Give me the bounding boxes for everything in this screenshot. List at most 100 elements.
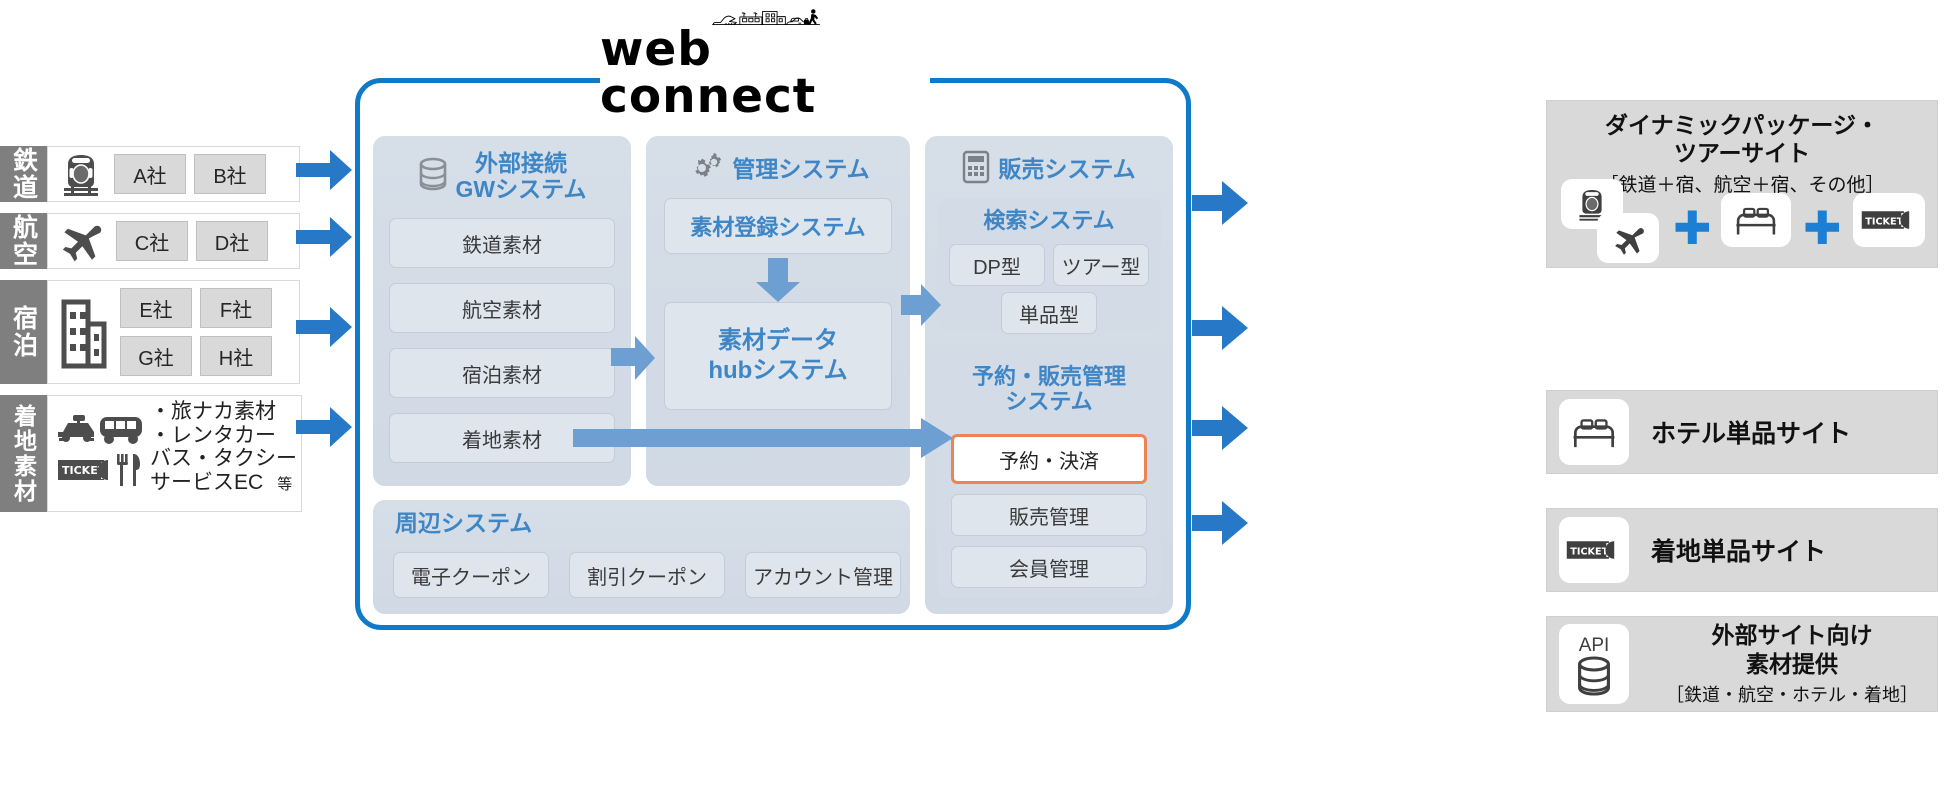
- output-subtitle: ［鉄道・航空・ホテル・着地］: [1666, 684, 1918, 705]
- list-item: ・旅ナカ素材: [150, 400, 276, 423]
- diagram-canvas: 鉄道 A社 B社 航空 C社 D社 宿泊 E社 F社 G社 H社 着地素材 TI…: [0, 0, 1950, 799]
- ticket-icon-tile: TICKET: [1853, 193, 1925, 247]
- airplane-icon-tile: [1597, 213, 1659, 263]
- hub-line2: hubシステム: [708, 357, 848, 384]
- list-item: ・レンタカー: [150, 423, 276, 447]
- search-system-title: 検索システム: [983, 208, 1115, 233]
- booking-title-line2: システム: [1005, 389, 1093, 415]
- output-panel-dynamic-package[interactable]: ダイナミックパッケージ・ ツアーサイト ［鉄道＋宿、航空＋宿、その他］ ✚ ✚ …: [1546, 100, 1938, 268]
- logo-wordmark: web connect: [600, 22, 817, 124]
- hub-line1: 素材データ: [718, 327, 838, 354]
- taxi-bus-ticket-food-icon: TICKET: [54, 400, 146, 488]
- output-title-line1: ダイナミックパッケージ・: [1605, 112, 1879, 138]
- booking-title-line1: 予約・販売管理: [971, 364, 1126, 389]
- vendor-chip-group: C社 D社: [116, 221, 291, 261]
- output-title-line2: 素材提供: [1746, 651, 1838, 677]
- source-category-label: 宿泊: [0, 280, 47, 384]
- etc-label: 等: [277, 475, 293, 493]
- booking-item[interactable]: 会員管理: [951, 546, 1147, 588]
- output-panel-destination[interactable]: TICKET 着地単品サイト: [1546, 508, 1938, 592]
- web-connect-logo: web connect: [600, 8, 930, 120]
- source-category-label: 鉄道: [0, 146, 47, 202]
- destination-material-list: ・旅ナカ素材 ・レンタカー バス・タクシー サービスEC 等: [150, 400, 297, 494]
- down-arrow-icon: [756, 258, 800, 302]
- search-type-item[interactable]: DP型: [949, 244, 1045, 286]
- peripheral-panel: 周辺システム 電子クーポン 割引クーポン アカウント管理: [373, 500, 910, 614]
- material-hub-system[interactable]: 素材データ hubシステム: [664, 302, 892, 410]
- vendor-chip[interactable]: D社: [196, 221, 268, 261]
- vendor-chip[interactable]: C社: [116, 221, 188, 261]
- destination-to-booking-arrow: [573, 418, 953, 458]
- svg-text:TICKET: TICKET: [1570, 546, 1608, 557]
- source-row-destination: 着地素材 TICKET ・旅ナカ素材 ・レンタカー バス・タクシー サービスEC…: [0, 395, 302, 512]
- bed-icon: [1736, 207, 1776, 235]
- outbound-arrows: [1192, 181, 1248, 545]
- output-title: 着地単品サイト: [1651, 538, 1827, 566]
- ticket-icon-tile: TICKET: [1559, 517, 1629, 583]
- database-icon: [418, 157, 448, 196]
- search-type-item[interactable]: ツアー型: [1053, 244, 1149, 286]
- booking-item[interactable]: 販売管理: [951, 494, 1147, 536]
- peripheral-item[interactable]: 電子クーポン: [393, 552, 549, 598]
- list-item: サービスEC: [150, 470, 264, 494]
- vendor-chip[interactable]: G社: [120, 336, 192, 376]
- bed-icon-tile: [1721, 193, 1791, 247]
- output-panel-api[interactable]: API 外部サイト向け 素材提供 ［鉄道・航空・ホテル・着地］: [1546, 616, 1938, 712]
- api-database-icon: [1578, 655, 1610, 696]
- building-icon: [58, 294, 110, 370]
- reservation-payment-highlight[interactable]: 予約・決済: [951, 434, 1147, 484]
- vendor-chip[interactable]: A社: [114, 154, 186, 194]
- output-title-line1: 外部サイト向け: [1711, 622, 1873, 649]
- gateway-to-hub-arrow: [611, 336, 655, 380]
- booking-management-title: 予約・販売管理 システム: [937, 352, 1161, 415]
- svg-text:TICKET: TICKET: [1865, 216, 1903, 227]
- booking-management-group: 予約・販売管理 システム 予約・決済 販売管理 会員管理: [937, 352, 1161, 598]
- management-title: 管理システム: [732, 156, 870, 183]
- vendor-chip[interactable]: F社: [200, 288, 272, 328]
- airplane-icon: [58, 219, 106, 263]
- peripheral-item[interactable]: アカウント管理: [745, 552, 901, 598]
- sales-title: 販売システム: [998, 156, 1136, 183]
- airplane-icon: [1615, 228, 1644, 255]
- search-type-item[interactable]: 単品型: [1001, 292, 1097, 334]
- plus-sign: ✚: [1673, 202, 1712, 254]
- vendor-chip[interactable]: E社: [120, 288, 192, 328]
- gateway-title-line2: GWシステム: [455, 176, 587, 203]
- ticket-icon: TICKET: [1861, 211, 1910, 229]
- vendor-chip-group: A社 B社: [114, 154, 291, 194]
- output-title: ダイナミックパッケージ・ ツアーサイト: [1547, 101, 1937, 167]
- bed-icon: [1573, 419, 1615, 448]
- sales-header: 販売システム: [925, 136, 1173, 189]
- api-label: API: [1578, 634, 1610, 656]
- list-item: バス・タクシー: [150, 447, 297, 471]
- vendor-chip[interactable]: H社: [200, 336, 272, 376]
- vendor-chip-group: E社 F社 G社 H社: [120, 288, 284, 376]
- api-database-icon-tile: API: [1559, 624, 1629, 704]
- output-title: 外部サイト向け 素材提供: [1647, 621, 1937, 679]
- output-title: ホテル単品サイト: [1651, 420, 1852, 448]
- bed-icon-tile: [1559, 399, 1629, 465]
- source-category-label: 航空: [0, 213, 47, 269]
- gateway-item[interactable]: 航空素材: [389, 283, 615, 333]
- material-register-system[interactable]: 素材登録システム: [664, 198, 892, 254]
- gateway-item[interactable]: 宿泊素材: [389, 348, 615, 398]
- gateway-title-line1: 外部接続: [474, 150, 567, 176]
- output-title-line2: ツアーサイト: [1673, 140, 1811, 167]
- ticket-icon: TICKET: [1566, 541, 1615, 559]
- calculator-icon: [962, 150, 990, 189]
- plus-sign: ✚: [1803, 202, 1842, 254]
- search-system-group: 検索システム DP型 ツアー型 単品型: [937, 198, 1161, 334]
- source-row-rail: 鉄道 A社 B社: [0, 146, 300, 202]
- sales-panel: 販売システム 検索システム DP型 ツアー型 単品型 予約・販売管理 システム …: [925, 136, 1173, 614]
- gateway-item[interactable]: 鉄道素材: [389, 218, 615, 268]
- hub-to-search-arrow: [901, 284, 941, 326]
- source-category-label: 着地素材: [0, 395, 47, 512]
- management-header: 管理システム: [646, 136, 910, 187]
- gears-icon: [686, 152, 724, 187]
- gateway-title: 外部接続 GWシステム: [456, 150, 587, 203]
- systems-grid: 外部接続 GWシステム 鉄道素材 航空素材 宿泊素材 着地素材 管理システム 素…: [373, 136, 1173, 614]
- source-row-lodging: 宿泊 E社 F社 G社 H社: [0, 280, 300, 384]
- output-panel-hotel[interactable]: ホテル単品サイト: [1546, 390, 1938, 474]
- peripheral-item[interactable]: 割引クーポン: [569, 552, 725, 598]
- vendor-chip[interactable]: B社: [194, 154, 266, 194]
